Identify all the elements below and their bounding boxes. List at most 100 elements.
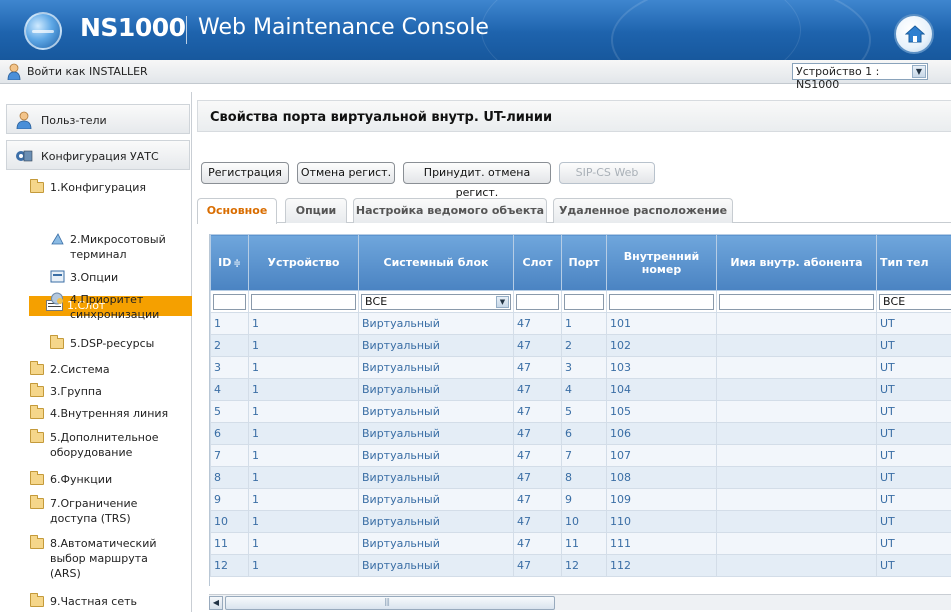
folder-icon: [30, 495, 44, 509]
options-icon: [50, 270, 65, 283]
filter-device-input[interactable]: [251, 293, 356, 310]
cell-port: 12: [561, 554, 607, 577]
table-row[interactable]: 6 1 Виртуальный 47 6 106 UT: [210, 422, 951, 445]
column-header-id[interactable]: ID ≑: [210, 234, 249, 291]
sidebar-item-users[interactable]: Польз-тели: [6, 104, 190, 134]
filter-type-select[interactable]: ВСЕ: [879, 293, 951, 310]
sidebar-item-label: Польз-тели: [41, 114, 107, 127]
cell-type: UT: [876, 356, 951, 379]
table-row[interactable]: 8 1 Виртуальный 47 8 108 UT: [210, 466, 951, 489]
users-icon: [16, 111, 32, 129]
table-row[interactable]: 9 1 Виртуальный 47 9 109 UT: [210, 488, 951, 511]
app-banner: NS1000 Web Maintenance Console: [0, 0, 951, 60]
cell-ext: 112: [606, 554, 717, 577]
cell-slot: 47: [513, 466, 562, 489]
table-header-row: ID ≑ Устройство Системный блок Слот Порт …: [210, 234, 951, 291]
filter-id-input[interactable]: [213, 293, 246, 310]
cell-name: [716, 334, 877, 357]
table-row[interactable]: 10 1 Виртуальный 47 10 110 UT: [210, 510, 951, 533]
antenna-icon: [51, 233, 64, 245]
folder-icon: [30, 593, 44, 607]
folder-icon: [30, 383, 44, 397]
sip-cs-web-button[interactable]: SIP-CS Web: [559, 162, 655, 184]
sidebar-item-label: Конфигурация УАТС: [41, 150, 159, 163]
table-row[interactable]: 7 1 Виртуальный 47 7 107 UT: [210, 444, 951, 467]
user-icon: [7, 63, 21, 80]
filter-row: ВСЕ ▼ ВСЕ: [210, 290, 951, 313]
column-header-phone-type[interactable]: Тип тел: [876, 234, 951, 291]
cell-slot: 47: [513, 554, 562, 577]
scroll-left-icon[interactable]: ◀: [209, 596, 223, 610]
folder-icon: [30, 429, 44, 443]
cancel-registration-button[interactable]: Отмена регист.: [297, 162, 395, 184]
filter-port-input[interactable]: [564, 293, 604, 310]
cell-slot: 47: [513, 488, 562, 511]
pbx-config-icon: [16, 150, 33, 162]
horizontal-scrollbar[interactable]: ◀: [209, 594, 951, 610]
scrollbar-thumb[interactable]: [225, 596, 555, 610]
register-button[interactable]: Регистрация: [201, 162, 289, 184]
tab-slave-setup[interactable]: Настройка ведомого объекта: [353, 198, 547, 223]
filter-slot-input[interactable]: [516, 293, 559, 310]
cell-unit: Виртуальный: [358, 510, 514, 533]
cell-id: 10: [210, 510, 249, 533]
cell-port: 9: [561, 488, 607, 511]
table-row[interactable]: 12 1 Виртуальный 47 12 112 UT: [210, 554, 951, 577]
cell-id: 5: [210, 400, 249, 423]
cell-slot: 47: [513, 444, 562, 467]
sidebar-item-pbx-config[interactable]: Конфигурация УАТС: [6, 140, 190, 170]
cell-type: UT: [876, 532, 951, 555]
cell-slot: 47: [513, 422, 562, 445]
tree-item-label: 8.Автоматический выбор маршрута (ARS): [50, 537, 157, 580]
cell-port: 11: [561, 532, 607, 555]
filter-extension-input[interactable]: [609, 293, 714, 310]
column-header-device[interactable]: Устройство: [248, 234, 359, 291]
table-row[interactable]: 2 1 Виртуальный 47 2 102 UT: [210, 334, 951, 357]
tree-item-label: 7.Ограничение доступа (TRS): [50, 497, 138, 525]
app-title: Web Maintenance Console: [198, 15, 489, 40]
cell-device: 1: [248, 356, 359, 379]
tree-item-label: 2.Микросотовый терминал: [70, 233, 166, 261]
tab-basic[interactable]: Основное: [197, 198, 277, 224]
cell-id: 11: [210, 532, 249, 555]
force-cancel-registration-button[interactable]: Принудит. отмена регист.: [403, 162, 551, 199]
user-bar: Войти как INSTALLER Устройство 1 : NS100…: [0, 60, 951, 91]
cell-type: UT: [876, 312, 951, 335]
table-row[interactable]: 5 1 Виртуальный 47 5 105 UT: [210, 400, 951, 423]
cell-id: 2: [210, 334, 249, 357]
filter-ext-name-input[interactable]: [719, 293, 874, 310]
cell-ext: 104: [606, 378, 717, 401]
column-header-port[interactable]: Порт: [561, 234, 607, 291]
folder-open-icon: [30, 179, 44, 193]
table-row[interactable]: 4 1 Виртуальный 47 4 104 UT: [210, 378, 951, 401]
cell-id: 4: [210, 378, 249, 401]
cell-type: UT: [876, 444, 951, 467]
cell-unit: Виртуальный: [358, 532, 514, 555]
cell-unit: Виртуальный: [358, 444, 514, 467]
device-select-value: Устройство 1 : NS1000: [796, 65, 880, 91]
tab-options[interactable]: Опции: [285, 198, 347, 223]
cell-ext: 107: [606, 444, 717, 467]
cell-name: [716, 312, 877, 335]
cell-unit: Виртуальный: [358, 488, 514, 511]
home-button[interactable]: [894, 14, 934, 54]
brand-name: NS1000: [80, 13, 186, 42]
column-header-unit[interactable]: Системный блок: [358, 234, 514, 291]
device-select[interactable]: Устройство 1 : NS1000 ▼: [792, 63, 928, 91]
cell-port: 8: [561, 466, 607, 489]
cell-port: 1: [561, 312, 607, 335]
cell-type: UT: [876, 510, 951, 533]
cell-port: 2: [561, 334, 607, 357]
tab-remote-location[interactable]: Удаленное расположение: [553, 198, 733, 223]
tree-item-label: 1.Конфигурация: [50, 181, 147, 194]
sidebar: Польз-тели Конфигурация УАТС 1.Конфигура…: [0, 92, 192, 612]
cell-slot: 47: [513, 400, 562, 423]
cell-id: 6: [210, 422, 249, 445]
table-row[interactable]: 1 1 Виртуальный 47 1 101 UT: [210, 312, 951, 335]
filter-unit-select[interactable]: ВСЕ ▼: [361, 293, 511, 310]
column-header-ext-name[interactable]: Имя внутр. абонента: [716, 234, 877, 291]
column-header-extension[interactable]: Внутренний номер: [606, 234, 717, 291]
table-row[interactable]: 3 1 Виртуальный 47 3 103 UT: [210, 356, 951, 379]
column-header-slot[interactable]: Слот: [513, 234, 562, 291]
table-row[interactable]: 11 1 Виртуальный 47 11 111 UT: [210, 532, 951, 555]
